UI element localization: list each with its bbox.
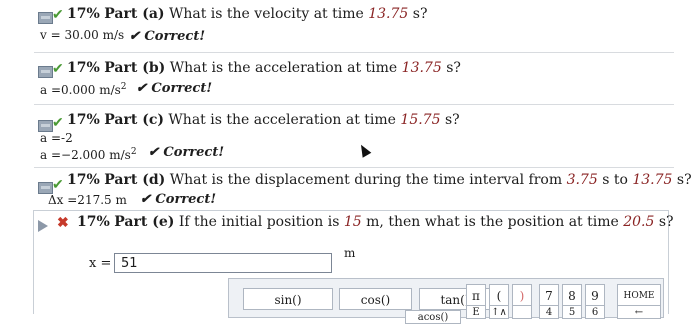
- answer-label: x =: [89, 256, 112, 271]
- expand-arrow-icon[interactable]: [38, 220, 48, 232]
- key-cos[interactable]: cos(): [339, 288, 412, 310]
- key-home[interactable]: HOME: [617, 284, 661, 306]
- part-d-answer: Δx =217.5 m: [48, 193, 127, 207]
- answer-unit: m: [344, 246, 356, 260]
- key-e[interactable]: E: [466, 305, 486, 319]
- part-c-question: 17% Part (c) What is the acceleration at…: [67, 112, 460, 128]
- key-close-paren[interactable]: ): [512, 284, 532, 306]
- key-acos[interactable]: acos(): [405, 310, 461, 324]
- check-badge-icon: ✔: [52, 61, 64, 77]
- key-6[interactable]: 6: [585, 305, 605, 319]
- divider: [34, 52, 674, 53]
- correct-label: ✔ Correct!: [140, 192, 217, 207]
- key-8[interactable]: 8: [562, 284, 582, 306]
- key-7[interactable]: 7: [539, 284, 559, 306]
- part-c-answer-2: a =−2.000 m/s2: [40, 147, 137, 162]
- divider: [34, 104, 674, 105]
- key-9[interactable]: 9: [585, 284, 605, 306]
- key-up-caret[interactable]: ↑∧: [489, 305, 509, 319]
- part-a-answer: v = 30.00 m/s: [40, 28, 125, 42]
- part-b-question: 17% Part (b) What is the acceleration at…: [67, 60, 461, 76]
- part-e-question: 17% Part (e) If the initial position is …: [77, 214, 674, 230]
- divider: [34, 167, 674, 168]
- part-d-question: 17% Part (d) What is the displacement du…: [67, 172, 692, 188]
- status-icon: [38, 66, 53, 78]
- key-4[interactable]: 4: [539, 305, 559, 319]
- key-sin[interactable]: sin(): [243, 288, 333, 310]
- key-open-paren[interactable]: (: [489, 284, 509, 306]
- status-icon: [38, 12, 53, 24]
- key-5[interactable]: 5: [562, 305, 582, 319]
- part-b-answer: a =0.000 m/s2: [40, 82, 127, 97]
- correct-label: ✔ Correct!: [148, 145, 225, 160]
- key-blank[interactable]: [512, 305, 532, 319]
- correct-label: ✔ Correct!: [136, 81, 213, 96]
- calculator-keypad: sin() cos() tan() π ( ) 7 8 9 HOME acos(…: [228, 278, 664, 324]
- correct-label: ✔ Correct!: [129, 29, 206, 44]
- part-a-question: 17% Part (a) What is the velocity at tim…: [67, 6, 428, 22]
- mouse-pointer-icon: [356, 142, 372, 158]
- check-badge-icon: ✔: [52, 177, 64, 193]
- check-badge-icon: ✔: [52, 115, 64, 131]
- answer-input[interactable]: 51: [114, 253, 332, 273]
- key-backspace[interactable]: ←: [617, 305, 661, 319]
- incorrect-badge-icon: ✖: [57, 215, 69, 231]
- check-badge-icon: ✔: [52, 7, 64, 23]
- part-c-answer-1: a =-2: [40, 131, 73, 145]
- key-pi[interactable]: π: [466, 284, 486, 306]
